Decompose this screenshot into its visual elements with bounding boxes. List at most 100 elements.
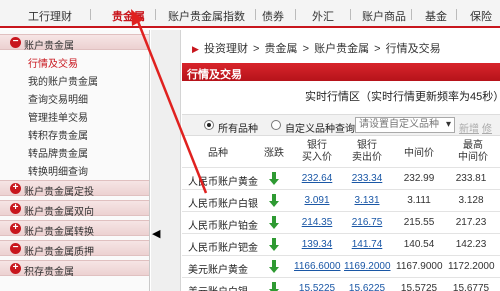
breadcrumb-marker-icon: ▶	[192, 44, 199, 54]
bank-buy-price[interactable]: 232.64	[294, 173, 340, 184]
sidebar-item-label: 查询交易明细	[28, 95, 88, 106]
nav-precious-metals[interactable]: 贵金属	[112, 8, 145, 24]
sidebar-section-label: 账户贵金属质押	[24, 247, 94, 258]
mid-price: 232.99	[403, 173, 435, 184]
panel-title: 行情及交易	[187, 69, 242, 81]
sidebar-section-label: 账户贵金属双向	[24, 207, 94, 218]
nav-metal-index[interactable]: 账户贵金属指数	[168, 8, 245, 24]
sidebar-item-to-brand-metal[interactable]: 转品牌贵金属	[0, 143, 149, 160]
top-nav: 工行理财 贵金属 账户贵金属指数 债券 外汇 账户商品 基金 保险	[0, 0, 500, 28]
high-mid-price: 3.128	[458, 195, 484, 206]
bank-buy-price[interactable]: 15.5225	[294, 283, 340, 291]
variety-name: 人民币账户铂金	[188, 221, 258, 232]
header-name: 品种	[208, 148, 228, 159]
bank-sell-price[interactable]: 15.6225	[344, 283, 390, 291]
header-mid: 中间价	[404, 148, 434, 159]
variety-name: 人民币账户黄金	[188, 177, 258, 188]
add-link[interactable]: 新增	[459, 120, 479, 135]
sidebar-item-conversion-query[interactable]: 转换明细查询	[0, 161, 149, 178]
expand-icon: +	[10, 223, 21, 234]
nav-divider	[456, 9, 457, 20]
mid-price: 15.5725	[400, 283, 438, 291]
sidebar-section-label: 积存贵金属	[24, 267, 74, 278]
sidebar-item-trade-details[interactable]: 查询交易明细	[0, 89, 149, 106]
custom-query-radio[interactable]	[271, 120, 281, 130]
nav-wealth[interactable]: 工行理财	[28, 8, 72, 24]
nav-commodities[interactable]: 账户商品	[362, 8, 406, 24]
bank-buy-price[interactable]: 214.35	[294, 217, 340, 228]
table-row[interactable]: 人民币账户白银 3.091 3.131 3.111 3.128	[182, 189, 500, 211]
down-arrow-icon	[269, 194, 279, 207]
breadcrumb-separator: >	[374, 43, 381, 55]
bank-sell-price[interactable]: 1169.2000	[344, 261, 391, 272]
bank-buy-price[interactable]: 1166.6000	[294, 261, 341, 272]
breadcrumb-item[interactable]: 账户贵金属	[314, 43, 369, 55]
high-mid-price: 1172.2000	[448, 261, 495, 272]
sidebar-section-pledge[interactable]: − 账户贵金属质押	[0, 240, 149, 258]
sidebar-item-label: 行情及交易	[28, 59, 78, 70]
sidebar-section-account-metal[interactable]: − 账户贵金属	[0, 34, 149, 52]
nav-divider	[90, 9, 91, 20]
high-mid-price: 15.6775	[452, 283, 490, 291]
bank-sell-price[interactable]: 3.131	[344, 195, 390, 206]
sidebar-item-label: 转换明细查询	[28, 167, 88, 178]
table-row[interactable]: 美元账户白银 15.5225 15.6225 15.5725 15.6775	[182, 277, 500, 291]
high-mid-price: 217.23	[455, 217, 487, 228]
variety-name: 美元账户黄金	[188, 265, 248, 276]
breadcrumb-item[interactable]: 贵金属	[265, 43, 298, 55]
collapse-icon: −	[10, 243, 21, 254]
select-placeholder: 请设置自定义品种	[359, 119, 439, 130]
sidebar-collapse-bar[interactable]: ◀	[151, 30, 181, 291]
collapse-left-icon[interactable]: ◀	[152, 227, 160, 240]
expand-icon: +	[10, 183, 21, 194]
sidebar-section-label: 账户贵金属转换	[24, 227, 94, 238]
high-mid-price: 233.81	[455, 173, 487, 184]
breadcrumb-current: 行情及交易	[385, 43, 441, 55]
table-header: 品种 涨跌 银行 买入价 银行 卖出价 中间价 最高 中间价	[182, 137, 500, 167]
nav-forex[interactable]: 外汇	[312, 8, 334, 24]
sidebar: − 账户贵金属 行情及交易 我的账户贵金属 查询交易明细 管理挂单交易 转积存贵…	[0, 30, 150, 291]
chevron-down-icon: ▾	[445, 119, 451, 130]
sidebar-item-my-account[interactable]: 我的账户贵金属	[0, 71, 149, 88]
nav-divider	[350, 9, 351, 20]
header-bank-sell: 银行 卖出价	[352, 140, 382, 163]
header-trend: 涨跌	[264, 148, 284, 159]
sidebar-section-fixed-investment[interactable]: + 账户贵金属定投	[0, 180, 149, 198]
breadcrumb-item[interactable]: 投资理财	[204, 43, 248, 55]
custom-variety-select[interactable]: 请设置自定义品种 ▾	[355, 117, 455, 133]
bank-sell-price[interactable]: 141.74	[344, 239, 390, 250]
nav-divider	[155, 9, 156, 20]
all-varieties-label: 所有品种	[218, 124, 258, 135]
sidebar-item-label: 转品牌贵金属	[28, 149, 88, 160]
sidebar-item-manage-orders[interactable]: 管理挂单交易	[0, 107, 149, 124]
bank-sell-price[interactable]: 216.75	[344, 217, 390, 228]
realtime-label: 实时行情区（实时行情更新频率为45秒）	[305, 91, 500, 103]
sidebar-item-label: 我的账户贵金属	[28, 77, 98, 88]
nav-bonds[interactable]: 债券	[262, 8, 284, 24]
down-arrow-icon	[269, 216, 279, 229]
sidebar-section-two-way[interactable]: + 账户贵金属双向	[0, 200, 149, 218]
bank-sell-price[interactable]: 233.34	[344, 173, 390, 184]
bank-buy-price[interactable]: 139.34	[294, 239, 340, 250]
sidebar-item-to-deposit-metal[interactable]: 转积存贵金属	[0, 125, 149, 142]
sidebar-item-quotes-trading[interactable]: 行情及交易	[0, 53, 149, 70]
variety-name: 美元账户白银	[188, 283, 248, 291]
table-row[interactable]: 人民币账户黄金 232.64 233.34 232.99 233.81	[182, 167, 500, 189]
nav-insurance[interactable]: 保险	[470, 8, 492, 24]
sidebar-section-conversion[interactable]: + 账户贵金属转换	[0, 220, 149, 238]
mid-price: 215.55	[403, 217, 435, 228]
table-row[interactable]: 人民币账户铂金 214.35 216.75 215.55 217.23	[182, 211, 500, 233]
variety-name: 人民币账户钯金	[188, 243, 258, 254]
down-arrow-icon	[269, 260, 279, 273]
mid-price: 140.54	[403, 239, 435, 250]
nav-divider	[411, 9, 412, 20]
table-row[interactable]: 人民币账户钯金 139.34 141.74 140.54 142.23	[182, 233, 500, 255]
nav-funds[interactable]: 基金	[425, 8, 447, 24]
all-varieties-radio[interactable]	[204, 120, 214, 130]
sidebar-section-label: 账户贵金属	[24, 41, 74, 52]
sidebar-section-deposit-metal[interactable]: + 积存贵金属	[0, 260, 149, 278]
custom-query-label: 自定义品种查询	[285, 124, 355, 135]
collapse-icon: −	[10, 37, 21, 48]
bank-buy-price[interactable]: 3.091	[294, 195, 340, 206]
table-row[interactable]: 美元账户黄金 1166.6000 1169.2000 1167.9000 1172.20…	[182, 255, 500, 277]
